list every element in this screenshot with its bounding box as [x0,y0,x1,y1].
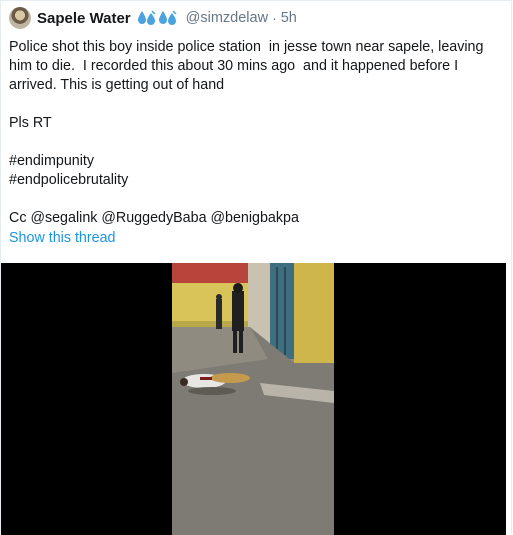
sweat-droplets-icon [158,10,177,25]
tweet-card[interactable]: Sapele Water @simzdelaw · 5h Police shot… [0,0,512,535]
user-handle[interactable]: @simzdelaw [186,10,268,26]
timestamp[interactable]: 5h [281,10,297,26]
tweet-paragraph: Pls RT [9,115,52,131]
tweet-paragraph: Police shot this boy inside police stati… [9,39,488,93]
show-thread-link[interactable]: Show this thread [9,230,116,246]
tweet-header: Sapele Water @simzdelaw · 5h [9,6,297,30]
mentions-line[interactable]: Cc @segalink @RuggedyBaba @benigbakpa [9,209,504,228]
tweet-text: Police shot this boy inside police stati… [9,38,504,228]
sweat-droplets-icon [137,10,156,25]
separator-dot: · [272,10,277,26]
avatar[interactable] [9,7,31,29]
hashtag-link[interactable]: #endpolicebrutality [9,171,504,190]
video-still [172,263,334,535]
name-emoji [137,10,178,26]
display-name[interactable]: Sapele Water [37,10,131,27]
video-media[interactable] [1,263,506,535]
hashtag-link[interactable]: #endimpunity [9,152,504,171]
